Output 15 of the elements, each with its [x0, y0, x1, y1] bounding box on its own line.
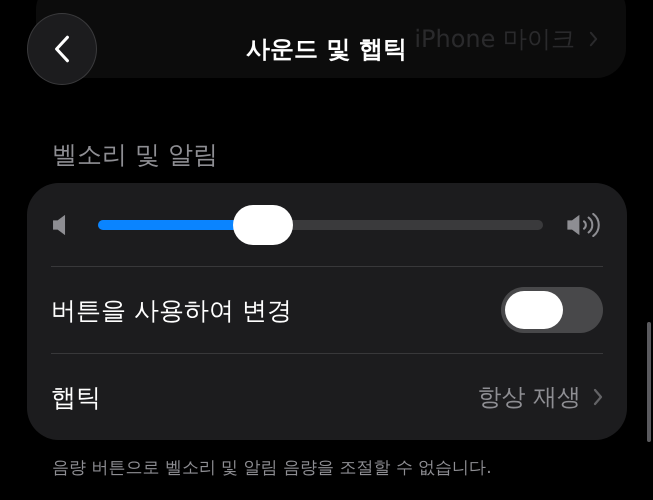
haptics-row[interactable]: 햅틱 항상 재생 — [51, 354, 603, 440]
slider-thumb[interactable] — [232, 204, 293, 244]
row-label: 햅틱 — [51, 382, 102, 414]
back-icon — [53, 34, 71, 64]
row-value: 항상 재생 — [477, 382, 581, 413]
page-title: 사운드 및 햅틱 — [246, 34, 407, 65]
speaker-low-icon — [51, 212, 68, 236]
speaker-loud-icon — [565, 212, 603, 236]
volume-slider[interactable] — [98, 204, 543, 244]
row-label: 버튼을 사용하여 변경 — [51, 294, 293, 326]
section-header: 벨소리 및 알림 — [52, 139, 219, 170]
chevron-icon — [593, 388, 603, 406]
chevron-icon — [589, 31, 598, 47]
footnote-text: 음량 버튼으로 벨소리 및 알림 음량을 조절할 수 없습니다. — [52, 457, 493, 479]
toggle-switch[interactable] — [501, 287, 603, 333]
